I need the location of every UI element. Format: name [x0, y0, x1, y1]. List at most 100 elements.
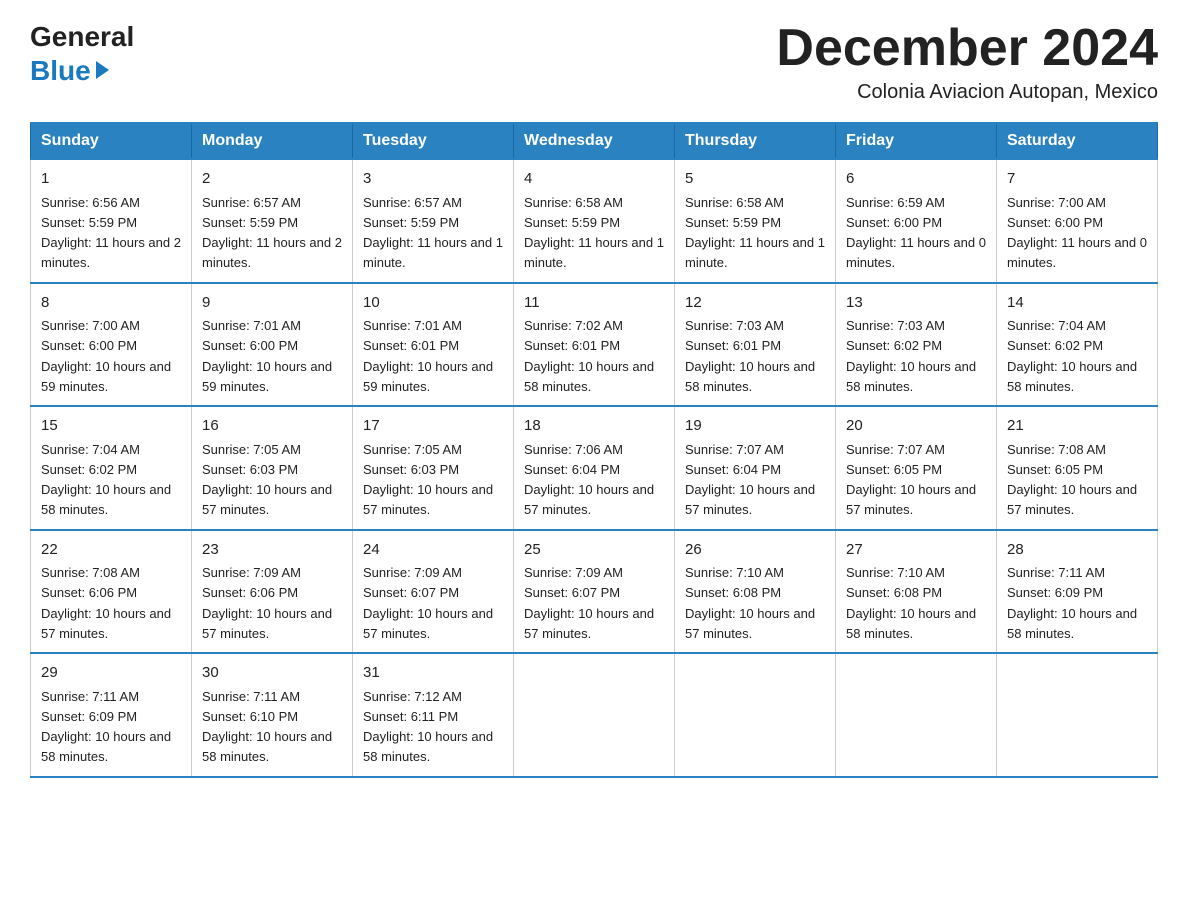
week-row-3: 15 Sunrise: 7:04 AMSunset: 6:02 PMDaylig…: [31, 406, 1158, 530]
calendar-cell: 28 Sunrise: 7:11 AMSunset: 6:09 PMDaylig…: [997, 530, 1158, 654]
week-row-2: 8 Sunrise: 7:00 AMSunset: 6:00 PMDayligh…: [31, 283, 1158, 407]
day-number: 12: [685, 292, 825, 315]
month-title: December 2024: [776, 20, 1158, 77]
calendar-cell: 12 Sunrise: 7:03 AMSunset: 6:01 PMDaylig…: [675, 283, 836, 407]
day-info: Sunrise: 7:10 AMSunset: 6:08 PMDaylight:…: [846, 565, 976, 641]
day-number: 2: [202, 168, 342, 191]
day-info: Sunrise: 7:07 AMSunset: 6:04 PMDaylight:…: [685, 442, 815, 518]
calendar-cell: 22 Sunrise: 7:08 AMSunset: 6:06 PMDaylig…: [31, 530, 192, 654]
weekday-header-wednesday: Wednesday: [514, 123, 675, 159]
calendar-cell: 10 Sunrise: 7:01 AMSunset: 6:01 PMDaylig…: [353, 283, 514, 407]
calendar-cell: 3 Sunrise: 6:57 AMSunset: 5:59 PMDayligh…: [353, 159, 514, 283]
day-info: Sunrise: 6:57 AMSunset: 5:59 PMDaylight:…: [363, 195, 503, 271]
day-number: 26: [685, 539, 825, 562]
week-row-5: 29 Sunrise: 7:11 AMSunset: 6:09 PMDaylig…: [31, 653, 1158, 777]
calendar-cell: 2 Sunrise: 6:57 AMSunset: 5:59 PMDayligh…: [192, 159, 353, 283]
weekday-header-friday: Friday: [836, 123, 997, 159]
day-info: Sunrise: 7:05 AMSunset: 6:03 PMDaylight:…: [202, 442, 332, 518]
calendar-cell: 26 Sunrise: 7:10 AMSunset: 6:08 PMDaylig…: [675, 530, 836, 654]
calendar-cell: 4 Sunrise: 6:58 AMSunset: 5:59 PMDayligh…: [514, 159, 675, 283]
calendar-cell: 6 Sunrise: 6:59 AMSunset: 6:00 PMDayligh…: [836, 159, 997, 283]
day-number: 10: [363, 292, 503, 315]
logo-general: General: [30, 20, 134, 54]
day-number: 4: [524, 168, 664, 191]
week-row-1: 1 Sunrise: 6:56 AMSunset: 5:59 PMDayligh…: [31, 159, 1158, 283]
calendar-cell: [836, 653, 997, 777]
day-number: 31: [363, 662, 503, 685]
day-number: 14: [1007, 292, 1147, 315]
day-number: 13: [846, 292, 986, 315]
logo: General Blue: [30, 20, 134, 87]
calendar-cell: 9 Sunrise: 7:01 AMSunset: 6:00 PMDayligh…: [192, 283, 353, 407]
day-info: Sunrise: 6:58 AMSunset: 5:59 PMDaylight:…: [685, 195, 825, 271]
day-info: Sunrise: 7:03 AMSunset: 6:01 PMDaylight:…: [685, 318, 815, 394]
location-title: Colonia Aviacion Autopan, Mexico: [776, 81, 1158, 104]
day-number: 17: [363, 415, 503, 438]
day-number: 19: [685, 415, 825, 438]
day-info: Sunrise: 7:09 AMSunset: 6:07 PMDaylight:…: [524, 565, 654, 641]
day-number: 7: [1007, 168, 1147, 191]
week-row-4: 22 Sunrise: 7:08 AMSunset: 6:06 PMDaylig…: [31, 530, 1158, 654]
day-info: Sunrise: 7:08 AMSunset: 6:06 PMDaylight:…: [41, 565, 171, 641]
logo-blue: Blue: [30, 54, 134, 88]
day-number: 20: [846, 415, 986, 438]
day-info: Sunrise: 7:10 AMSunset: 6:08 PMDaylight:…: [685, 565, 815, 641]
day-info: Sunrise: 7:01 AMSunset: 6:01 PMDaylight:…: [363, 318, 493, 394]
calendar-cell: 8 Sunrise: 7:00 AMSunset: 6:00 PMDayligh…: [31, 283, 192, 407]
calendar-cell: 7 Sunrise: 7:00 AMSunset: 6:00 PMDayligh…: [997, 159, 1158, 283]
weekday-header-monday: Monday: [192, 123, 353, 159]
calendar-cell: 11 Sunrise: 7:02 AMSunset: 6:01 PMDaylig…: [514, 283, 675, 407]
day-info: Sunrise: 6:58 AMSunset: 5:59 PMDaylight:…: [524, 195, 664, 271]
calendar-cell: 25 Sunrise: 7:09 AMSunset: 6:07 PMDaylig…: [514, 530, 675, 654]
day-info: Sunrise: 6:59 AMSunset: 6:00 PMDaylight:…: [846, 195, 986, 271]
calendar-cell: [997, 653, 1158, 777]
day-number: 11: [524, 292, 664, 315]
day-number: 5: [685, 168, 825, 191]
day-info: Sunrise: 7:01 AMSunset: 6:00 PMDaylight:…: [202, 318, 332, 394]
day-number: 18: [524, 415, 664, 438]
day-info: Sunrise: 7:03 AMSunset: 6:02 PMDaylight:…: [846, 318, 976, 394]
day-info: Sunrise: 7:05 AMSunset: 6:03 PMDaylight:…: [363, 442, 493, 518]
weekday-header-saturday: Saturday: [997, 123, 1158, 159]
day-number: 8: [41, 292, 181, 315]
day-info: Sunrise: 7:07 AMSunset: 6:05 PMDaylight:…: [846, 442, 976, 518]
day-number: 21: [1007, 415, 1147, 438]
calendar-cell: 23 Sunrise: 7:09 AMSunset: 6:06 PMDaylig…: [192, 530, 353, 654]
calendar-cell: 30 Sunrise: 7:11 AMSunset: 6:10 PMDaylig…: [192, 653, 353, 777]
day-info: Sunrise: 7:11 AMSunset: 6:09 PMDaylight:…: [1007, 565, 1137, 641]
day-number: 9: [202, 292, 342, 315]
weekday-header-row: SundayMondayTuesdayWednesdayThursdayFrid…: [31, 123, 1158, 159]
day-info: Sunrise: 7:09 AMSunset: 6:06 PMDaylight:…: [202, 565, 332, 641]
day-info: Sunrise: 7:11 AMSunset: 6:09 PMDaylight:…: [41, 689, 171, 765]
day-number: 28: [1007, 539, 1147, 562]
calendar-cell: 13 Sunrise: 7:03 AMSunset: 6:02 PMDaylig…: [836, 283, 997, 407]
title-block: December 2024 Colonia Aviacion Autopan, …: [776, 20, 1158, 104]
day-info: Sunrise: 7:00 AMSunset: 6:00 PMDaylight:…: [41, 318, 171, 394]
day-number: 24: [363, 539, 503, 562]
day-number: 25: [524, 539, 664, 562]
calendar-cell: [514, 653, 675, 777]
day-number: 16: [202, 415, 342, 438]
calendar-cell: 29 Sunrise: 7:11 AMSunset: 6:09 PMDaylig…: [31, 653, 192, 777]
weekday-header-tuesday: Tuesday: [353, 123, 514, 159]
calendar-cell: 21 Sunrise: 7:08 AMSunset: 6:05 PMDaylig…: [997, 406, 1158, 530]
calendar-cell: 14 Sunrise: 7:04 AMSunset: 6:02 PMDaylig…: [997, 283, 1158, 407]
calendar-cell: 17 Sunrise: 7:05 AMSunset: 6:03 PMDaylig…: [353, 406, 514, 530]
calendar-cell: 19 Sunrise: 7:07 AMSunset: 6:04 PMDaylig…: [675, 406, 836, 530]
day-number: 29: [41, 662, 181, 685]
calendar-table: SundayMondayTuesdayWednesdayThursdayFrid…: [30, 122, 1158, 778]
page-header: General Blue December 2024 Colonia Aviac…: [30, 20, 1158, 104]
day-number: 3: [363, 168, 503, 191]
calendar-cell: 16 Sunrise: 7:05 AMSunset: 6:03 PMDaylig…: [192, 406, 353, 530]
calendar-cell: [675, 653, 836, 777]
day-number: 22: [41, 539, 181, 562]
calendar-cell: 5 Sunrise: 6:58 AMSunset: 5:59 PMDayligh…: [675, 159, 836, 283]
day-number: 27: [846, 539, 986, 562]
day-number: 6: [846, 168, 986, 191]
calendar-cell: 20 Sunrise: 7:07 AMSunset: 6:05 PMDaylig…: [836, 406, 997, 530]
day-number: 30: [202, 662, 342, 685]
day-info: Sunrise: 7:09 AMSunset: 6:07 PMDaylight:…: [363, 565, 493, 641]
day-info: Sunrise: 6:57 AMSunset: 5:59 PMDaylight:…: [202, 195, 342, 271]
day-number: 1: [41, 168, 181, 191]
calendar-cell: 27 Sunrise: 7:10 AMSunset: 6:08 PMDaylig…: [836, 530, 997, 654]
